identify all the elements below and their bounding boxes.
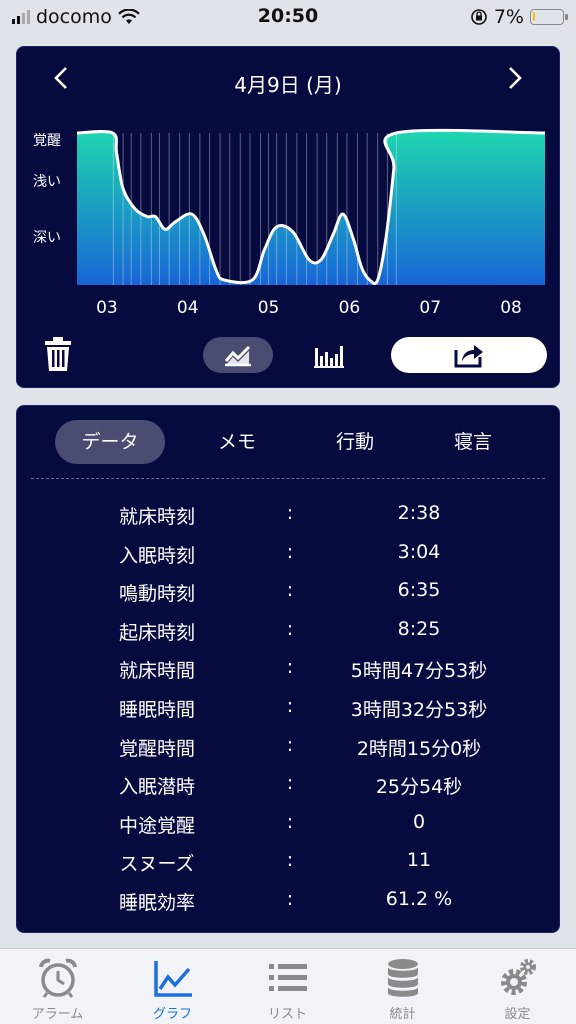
stat-label: 起床時刻 [118,621,195,644]
alarm-clock-icon [38,958,77,998]
chart-panel: 4月9日 (月) 覚醒 浅い 深い 03 04 05 06 07 08 [16,46,560,388]
battery-icon [530,9,568,25]
battery-percent: 7% [493,6,524,28]
stat-row: 覚醒時間: 2時間15分0秒 [17,728,561,767]
tab-data[interactable]: データ [55,420,165,464]
x-tick-label: 05 [258,298,280,318]
stat-label: 睡眠時間 [118,698,195,721]
stat-label: 中途覚醒 [118,814,195,837]
status-bar: docomo 20:50 7% [0,0,576,34]
stat-row: 睡眠効率: 61.2 % [17,882,561,921]
y-axis-label: 深い [33,230,61,246]
stat-label: 入眠時刻 [118,544,195,567]
list-icon [268,964,307,991]
stat-label: スヌーズ [119,853,195,876]
x-tick-label: 08 [500,298,522,318]
gear-icon [500,959,536,995]
line-chart-button[interactable] [203,337,273,373]
stat-value: 8:25 [397,617,441,640]
colon: : [286,849,294,872]
stat-label: 覚醒時間 [118,737,195,760]
tab-settings-label: 設定 [504,1007,531,1022]
colon: : [286,694,294,717]
stat-row: 鳴動時刻: 6:35 [17,573,561,612]
tab-alarm[interactable]: アラーム [0,949,115,1024]
colon: : [286,579,294,602]
tab-settings[interactable]: 設定 [460,949,575,1024]
stats-list: 就床時刻:2:38 入眠時刻:3:04 鳴動時刻:6:35 起床時刻:8:25 … [17,496,561,921]
stat-value: 2時間15分0秒 [356,737,482,760]
bar-chart-icon [314,346,344,368]
stat-value: 0 [412,810,426,833]
colon: : [286,656,294,679]
stat-value: 25分54秒 [375,776,463,799]
tab-stats[interactable]: 統計 [345,949,460,1024]
stat-row: 中途覚醒: 0 [17,805,561,844]
colon: : [286,540,294,563]
bottom-tab-bar: アラーム グラフ リスト 統計 設定 [0,948,576,1024]
stat-value: 2:38 [397,502,441,524]
stat-row: 就床時刻: 2:38 [17,496,561,535]
stat-label: 就床時間 [118,660,195,683]
tab-stats-label: 統計 [389,1007,416,1022]
tab-memo[interactable]: メモ [187,420,287,464]
share-icon [454,345,483,368]
x-tick-label: 04 [177,298,199,318]
sleep-chart: 覚醒浅い深い 03 04 05 06 07 08 [33,128,546,318]
bar-chart-button[interactable] [309,337,349,373]
x-tick-label: 07 [419,298,441,318]
stat-row: 入眠潜時: 25分54秒 [17,766,561,805]
tab-action[interactable]: 行動 [305,420,405,464]
rotation-lock-icon [471,9,487,25]
trash-icon[interactable] [43,337,73,375]
colon: : [286,887,294,910]
stat-value: 3:04 [397,540,441,563]
line-chart-icon [224,345,251,367]
tab-sleeptalk[interactable]: 寝言 [423,420,523,464]
graph-icon [153,961,192,997]
stat-row: 睡眠時間: 3時間32分53秒 [17,689,561,728]
tab-graph-label: グラフ [152,1007,192,1022]
x-tick-label: 06 [339,298,361,318]
colon: : [286,733,294,756]
colon: : [286,772,294,795]
data-panel: データ メモ 行動 寝言 就床時刻: 2:38 入眠時刻: 3:04 鳴動時刻: 6:… [16,405,560,933]
y-axis-label: 覚醒 [33,133,61,149]
stat-value: 3時間32分53秒 [350,698,488,721]
stat-value: 6:35 [397,579,441,602]
stat-label: 睡眠効率 [118,891,195,914]
stat-row: 入眠時刻: 3:04 [17,535,561,574]
tab-bar-top: データ メモ 行動 寝言 [37,420,541,464]
tab-list[interactable]: リスト [230,949,345,1024]
stat-value: 11 [406,849,432,872]
y-axis-label: 浅い [33,174,61,190]
stat-value: 5時間47分53秒 [350,660,488,683]
stat-label: 就床時刻 [118,506,195,528]
tab-list-label: リスト [267,1007,307,1022]
share-button[interactable] [391,337,547,373]
colon: : [286,502,294,524]
tab-alarm-label: アラーム [31,1007,84,1022]
divider [31,478,545,479]
stat-value: 61.2 % [385,887,453,910]
colon: : [286,810,294,833]
stat-row: 起床時刻: 8:25 [17,612,561,651]
stat-label: 入眠潜時 [118,776,195,799]
stat-row: スヌーズ: 11 [17,843,561,882]
colon: : [286,617,294,640]
stat-label: 鳴動時刻 [118,583,195,606]
database-icon [387,959,418,997]
stat-row: 就床時間: 5時間47分53秒 [17,650,561,689]
tab-graph[interactable]: グラフ [115,949,230,1024]
x-tick-label: 03 [96,298,118,318]
